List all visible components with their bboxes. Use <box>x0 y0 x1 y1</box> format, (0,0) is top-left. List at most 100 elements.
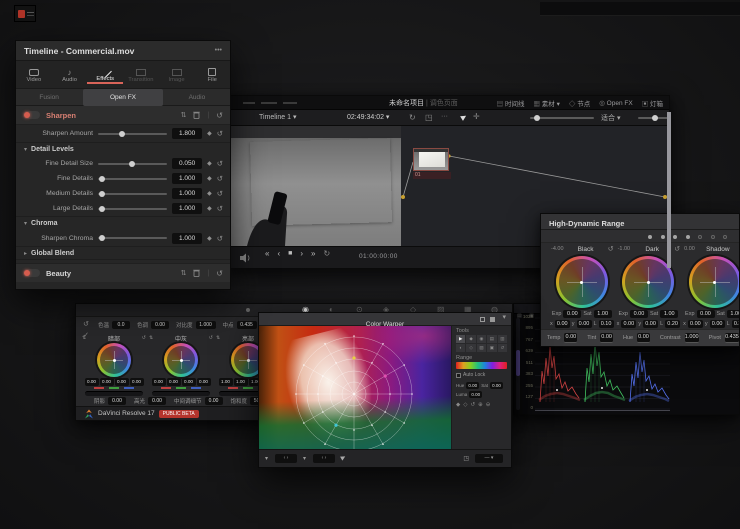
tint-field[interactable]: 0.00 <box>600 333 613 343</box>
reset-tool[interactable]: ↺ <box>498 344 507 352</box>
mesh-density-select[interactable]: ‹ › <box>275 454 297 463</box>
l-field[interactable]: 0.30 <box>732 320 740 328</box>
medium-details-field[interactable]: 1.000 <box>172 188 202 199</box>
sharpen-chroma-field[interactable]: 1.000 <box>172 233 202 244</box>
sat-field[interactable]: 1.00 <box>594 310 612 318</box>
keyframe-icon[interactable]: ◆ <box>207 175 212 182</box>
exp-field[interactable]: 0.00 <box>563 310 581 318</box>
rgb-value[interactable]: 1.00 <box>234 378 248 386</box>
contrast-field[interactable]: 1.000 <box>196 321 216 329</box>
reset-icon[interactable]: ↺ <box>217 174 223 183</box>
skip-forward-button[interactable]: » <box>311 249 315 258</box>
auto-lock-checkbox[interactable] <box>456 373 461 378</box>
section-detail-levels[interactable]: ▾ Detail Levels <box>16 142 230 156</box>
zone-dot[interactable] <box>686 235 690 239</box>
magnet-tool[interactable]: ◇ <box>466 344 475 352</box>
grid-mode-icon[interactable]: ▾ <box>303 455 306 462</box>
rgb-value[interactable]: 0.00 <box>115 378 129 386</box>
section-chroma[interactable]: ▾ Chroma <box>16 216 230 230</box>
trash-icon[interactable] <box>193 111 200 119</box>
skip-back-button[interactable]: « <box>265 249 269 258</box>
view-mode-icon[interactable]: ▾ <box>265 455 268 462</box>
tab-transition[interactable]: Transition <box>123 66 159 83</box>
cursor-tool-icon[interactable]: ▶ <box>459 112 468 122</box>
zone-range-value[interactable]: 0.00 <box>684 246 695 252</box>
contrast-field[interactable]: 1.000 <box>685 333 699 343</box>
temp-field[interactable]: 0.00 <box>564 333 577 343</box>
rgb-value[interactable]: 0.00 <box>182 378 196 386</box>
subtab-fusion[interactable]: Fusion <box>16 89 82 106</box>
pivot-field[interactable]: 0.435 <box>725 333 739 343</box>
subtab-audio[interactable]: Audio <box>164 89 230 106</box>
rgb-value[interactable]: 0.00 <box>197 378 211 386</box>
pen-tool[interactable]: ◆ <box>466 335 475 343</box>
delete-point-icon[interactable]: ⊖ <box>486 402 491 408</box>
hdr-color-wheel[interactable] <box>689 256 740 308</box>
toolbar-nodes[interactable]: ◇ 节点 <box>569 98 590 108</box>
close-icon[interactable]: ▾ <box>502 313 506 321</box>
loop-playback-button[interactable]: ↻ <box>323 249 330 258</box>
grab-tool-icon[interactable]: ✛ <box>473 112 480 121</box>
tab-video[interactable]: Video <box>16 66 52 83</box>
warper-canvas[interactable] <box>259 326 453 451</box>
step-forward-button[interactable]: › <box>300 249 303 258</box>
corrector-node[interactable] <box>413 148 449 171</box>
zone-dot[interactable] <box>711 235 715 239</box>
sharpen-label[interactable]: Sharpen <box>46 111 181 120</box>
zone-dot[interactable] <box>673 235 677 239</box>
exp-field[interactable]: 0.00 <box>697 310 715 318</box>
sharpen-amount-slider[interactable] <box>98 133 167 135</box>
pointer-tool[interactable]: ▶ <box>456 335 465 343</box>
zoom-fit-select[interactable]: 适合 ▾ <box>601 113 620 123</box>
column-tool[interactable]: ▥ <box>498 335 507 343</box>
rgb-value[interactable]: 0.00 <box>100 378 114 386</box>
l-field[interactable]: 0.10 <box>599 320 614 328</box>
toolbar-timeline[interactable]: ▤ 时间线 <box>497 98 525 108</box>
x-field[interactable]: 0.00 <box>688 320 703 328</box>
hdr-color-wheel[interactable] <box>556 256 608 308</box>
pin-tool[interactable]: ◉ <box>477 335 486 343</box>
beauty-toggle[interactable] <box>23 269 40 277</box>
fine-detail-size-field[interactable]: 0.050 <box>172 158 202 169</box>
step-back-button[interactable]: ‹ <box>277 249 280 258</box>
more-icon[interactable]: ··· <box>441 113 448 120</box>
rgb-value[interactable]: 0.00 <box>167 378 181 386</box>
y-field[interactable]: 0.00 <box>710 320 725 328</box>
shadow-field[interactable]: 0.00 <box>108 397 126 405</box>
rgb-value[interactable]: 0.00 <box>85 378 99 386</box>
sharpen-amount-field[interactable]: 1.800 <box>172 128 202 139</box>
reset-icon[interactable]: ↺ <box>674 245 680 253</box>
reset-icon[interactable]: ↺ <box>216 111 223 120</box>
medium-details-slider[interactable] <box>98 193 167 195</box>
temp-field[interactable]: 0.0 <box>112 321 130 329</box>
zone-dot[interactable] <box>723 235 727 239</box>
warper-titlebar[interactable]: Color Warper ▾ <box>259 313 511 326</box>
edit-point-icon[interactable]: ◆ <box>456 402 460 408</box>
rgb-value[interactable]: 0.00 <box>152 378 166 386</box>
large-details-slider[interactable] <box>98 208 167 210</box>
dock-icon[interactable] <box>480 317 485 322</box>
x-field[interactable]: 0.00 <box>555 320 570 328</box>
loop-icon[interactable]: ↻ <box>409 113 416 122</box>
reorder-icon[interactable]: ⇅ <box>181 269 187 277</box>
reset-icon[interactable]: ↺ <box>216 269 223 278</box>
invert-icon[interactable]: ⊕ <box>478 402 483 408</box>
tab-effects[interactable]: Effects <box>87 65 123 84</box>
sharpen-toggle[interactable] <box>23 111 40 119</box>
tab-audio[interactable]: ♪ Audio <box>52 67 88 83</box>
tab-file[interactable]: File <box>194 66 230 83</box>
fine-details-slider[interactable] <box>98 178 167 180</box>
zone-dot[interactable] <box>648 235 652 239</box>
add-point-icon[interactable]: ◇ <box>463 402 467 408</box>
toolbar-lightbox[interactable]: ▣ 灯箱 <box>642 98 663 108</box>
y-field[interactable]: 0.00 <box>577 320 592 328</box>
inspector-titlebar[interactable]: Timeline - Commercial.mov ••• <box>16 41 230 61</box>
warper-mesh[interactable] <box>259 326 453 451</box>
sat-field[interactable]: 1.00 <box>660 310 678 318</box>
lift-color-wheel[interactable] <box>97 343 131 377</box>
gamma-color-wheel[interactable] <box>164 343 198 377</box>
zoom-icon[interactable]: ◳ <box>463 455 469 462</box>
speaker-icon[interactable] <box>239 253 251 263</box>
undo-icon[interactable]: ↺ <box>78 320 94 328</box>
exp-field[interactable]: 0.00 <box>630 310 648 318</box>
